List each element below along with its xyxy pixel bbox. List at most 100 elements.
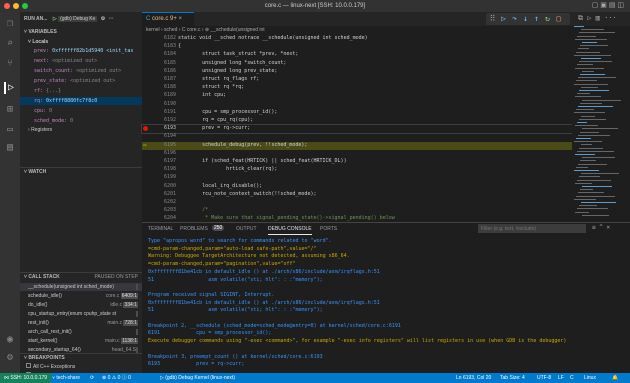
callstack-frame[interactable]: cpu_startup_entry(enum cpuhp_state st (20, 310, 142, 318)
explorer-icon[interactable]: ❐ (4, 18, 16, 30)
cursor-position[interactable]: Ln 6193, Col 20 (456, 373, 491, 383)
callstack-frame[interactable]: do_idle() idle.c 334:1 (20, 301, 142, 309)
variable-row[interactable]: cpu: 0 (20, 107, 142, 115)
code-line[interactable]: 6196 (142, 150, 572, 158)
minimap-line (577, 208, 608, 210)
problems-indicator[interactable]: ⊗ 0 ⚠ 0 ⓘ 0 (102, 373, 131, 383)
language-mode[interactable]: C (570, 373, 574, 383)
restart-icon[interactable]: ↻ (543, 14, 552, 24)
tab-size[interactable]: Tab Size: 4 (500, 373, 525, 383)
code-line[interactable]: 6199 (142, 174, 572, 182)
os-indicator[interactable]: Linux (584, 373, 596, 383)
close-tab-icon[interactable]: × (179, 16, 183, 22)
breakpoint-item[interactable]: All C++ Exceptions (20, 363, 142, 371)
variable-row[interactable]: switch_count: <optimized out> (20, 67, 142, 75)
breadcrumb[interactable]: kernel › sched › C core.c › ⊕ __schedule… (146, 27, 265, 33)
code-line[interactable]: 6194 (142, 133, 572, 141)
callstack-frame[interactable]: rest_init() main.c 728:1 (20, 319, 142, 327)
step-over-icon[interactable]: ↷ (510, 14, 519, 24)
code-line[interactable]: 6191 cpu = smp_processor_id(); (142, 109, 572, 117)
notifications-icon[interactable]: 🔔 (612, 373, 618, 383)
callstack-frame[interactable]: schedule_idle() core.c 6409:1 (20, 292, 142, 300)
layout-icons[interactable]: ▢ ▣ ▤ ◫ (592, 0, 624, 12)
start-debug-icon[interactable]: ▷ (53, 16, 57, 22)
code-line[interactable]: 6182 static void __sched notrace __schedu… (142, 35, 572, 43)
extensions-icon[interactable]: ⊞ (4, 104, 16, 116)
eol[interactable]: LF (558, 373, 564, 383)
stop-icon[interactable]: ▢ (554, 14, 563, 24)
sync-icon[interactable]: ⟳ (90, 373, 94, 383)
debug-config-select[interactable]: (gdb) Debug Ke (58, 16, 98, 22)
account-icon[interactable]: ◉ (4, 334, 16, 346)
variable-row[interactable]: prev_state: <optimized out> (20, 77, 142, 85)
variable-row[interactable]: sched_mode: 0 (20, 117, 142, 125)
registers-scope[interactable]: › Registers (20, 126, 142, 134)
code-line[interactable]: 6193 prev = rq->curr; (141, 124, 573, 135)
debug-session-indicator[interactable]: ▷ (gdb) Debug Kernel (linux-next) (160, 373, 235, 383)
callstack-frame[interactable]: start_kernel() main.c 1138:1 (20, 337, 142, 345)
breakpoints-section-header[interactable]: ˅ BREAKPOINTS (20, 353, 142, 362)
editor-actions[interactable]: ⧉ ▷ ▥ ··· (578, 14, 617, 23)
callstack-section-header[interactable]: ˅ CALL STACK PAUSED ON STEP (20, 272, 142, 281)
minimize-window-button[interactable] (13, 3, 19, 9)
tab-core-c[interactable]: C core.c 9+ × (142, 12, 194, 26)
activity-bar: ❐ ⌕ ⑂ ▷ ⊞ ▭ ▤ ◉ ⚙ (0, 12, 20, 373)
encoding[interactable]: UTF-8 (537, 373, 551, 383)
code-line[interactable]: 6200 local_irq_disable(); (142, 183, 572, 191)
remote-explorer-icon[interactable]: ▭ (4, 124, 16, 136)
tab-output[interactable]: OUTPUT (236, 226, 257, 232)
settings-gear-icon[interactable]: ⚙ (4, 352, 16, 364)
grid-icon[interactable]: ⠿ (488, 14, 497, 24)
code-line[interactable]: 6189 int cpu; (142, 92, 572, 100)
line-number: 6198 (163, 166, 176, 173)
variable-row[interactable]: next: <optimized out> (20, 57, 142, 65)
continue-icon[interactable]: ▷ (499, 14, 508, 24)
minimap-line (575, 211, 589, 213)
tab-terminal[interactable]: TERMINAL (148, 226, 173, 232)
gear-icon[interactable]: ⚙ (101, 16, 105, 22)
code-line[interactable]: 6188 struct rq *rq; (142, 84, 572, 92)
breakpoint-checkbox[interactable] (26, 363, 31, 368)
watch-section-header[interactable]: ˅ WATCH (20, 167, 142, 176)
step-into-icon[interactable]: ↓ (521, 14, 530, 24)
code-line[interactable]: 6201 rcu_note_context_switch(!!sched_mod… (142, 191, 572, 199)
tab-ports[interactable]: PORTS (320, 226, 337, 232)
code-line[interactable]: 6202 (142, 199, 572, 207)
variables-section-header[interactable]: ˅ VARIABLES (20, 28, 142, 37)
console-line: Program received signal SIGINT, Interrup… (148, 291, 275, 298)
branch-indicator[interactable]: ⑂ tech-share (52, 373, 80, 383)
maximize-window-button[interactable] (22, 3, 28, 9)
callstack-frame[interactable]: arch_call_rest_init() (20, 328, 142, 336)
close-window-button[interactable] (4, 3, 10, 9)
variable-row[interactable]: rq: 0xffff8880fc7f8c0 (20, 97, 142, 105)
remote-indicator[interactable]: ⋈ SSH: 10.0.0.179 (0, 373, 52, 383)
code-line[interactable]: 6190 (142, 101, 572, 109)
tab-problems[interactable]: PROBLEMS (180, 226, 208, 232)
code-line[interactable]: ⇨ 6195 schedule_debug(prev, !!sched_mode)… (142, 141, 572, 150)
minimap[interactable] (572, 26, 622, 221)
variable-name: next: (34, 58, 50, 64)
callstack-frame[interactable]: __schedule(unsigned int sched_mode) (20, 283, 142, 291)
code-line[interactable]: 6197 if (sched_feat(HRTICK) || sched_fea… (142, 158, 572, 166)
code-line[interactable]: 6185 unsigned long *switch_count; (142, 60, 572, 68)
console-filter-input[interactable] (478, 224, 586, 233)
search-icon[interactable]: ⌕ (4, 38, 16, 50)
more-icon[interactable]: ··· (109, 16, 114, 22)
code-line[interactable]: 6203 /* (142, 207, 572, 215)
code-line[interactable]: 6186 unsigned long prev_state; (142, 68, 572, 76)
source-control-icon[interactable]: ⑂ (4, 58, 16, 70)
code-line[interactable]: 6184 struct task_struct *prev, *next; (142, 51, 572, 59)
variable-row[interactable]: prev: 0xffffff82b1d5940 <init_tas (20, 47, 142, 55)
folder-icon[interactable]: ▤ (4, 142, 16, 154)
code-editor[interactable]: kernel › sched › C core.c › ⊕ __schedule… (141, 26, 630, 222)
code-line[interactable]: 6187 struct rq_flags rf; (142, 76, 572, 84)
panel-actions[interactable]: ≡ ^ × (592, 224, 610, 231)
code-line[interactable]: 6192 rq = cpu_rq(cpu); (142, 117, 572, 125)
tab-debug-console[interactable]: DEBUG CONSOLE (268, 226, 312, 235)
code-line[interactable]: 6183{ (142, 43, 572, 51)
step-out-icon[interactable]: ↑ (532, 14, 541, 24)
code-line[interactable]: 6198 hrtick_clear(rq); (142, 166, 572, 174)
locals-scope[interactable]: ˅ Locals (20, 38, 142, 46)
variable-row[interactable]: rf: {...} (20, 87, 142, 95)
run-debug-icon[interactable]: ▷ (4, 82, 16, 94)
